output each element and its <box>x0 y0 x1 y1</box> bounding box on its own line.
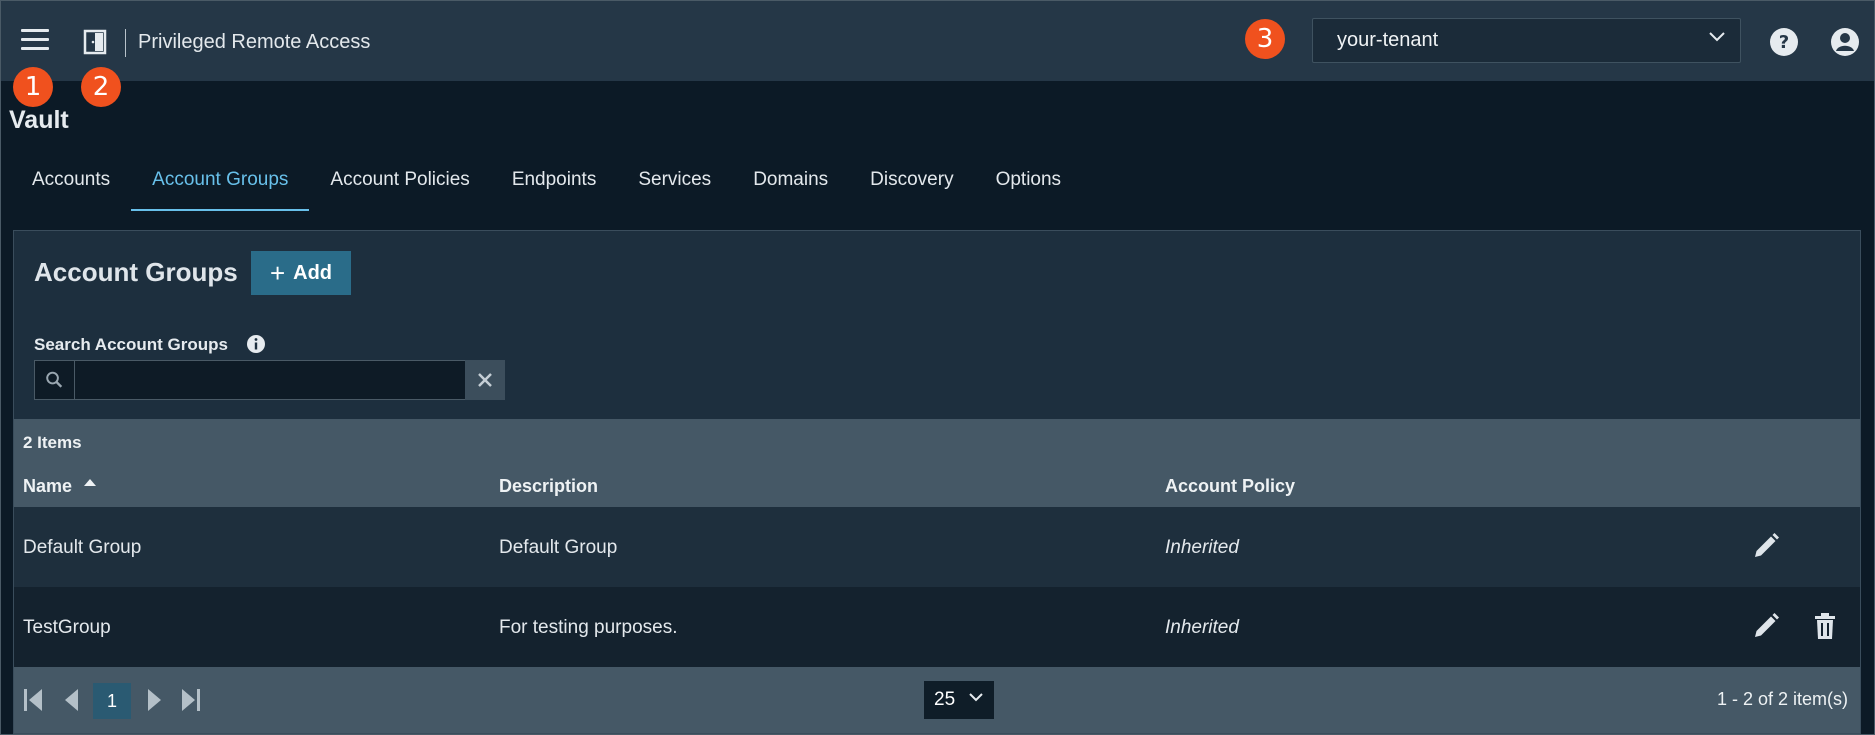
sort-ascending-icon <box>84 479 97 486</box>
tab-domains[interactable]: Domains <box>732 159 849 211</box>
callout-1: 1 <box>13 67 53 107</box>
user-account-icon[interactable] <box>1830 27 1860 57</box>
tenant-value: your-tenant <box>1337 29 1439 51</box>
search-label: Search Account Groups <box>34 335 228 354</box>
help-icon[interactable]: ? <box>1769 27 1799 57</box>
search-input[interactable] <box>76 361 465 399</box>
column-header-description[interactable]: Description <box>499 476 598 497</box>
tenant-select[interactable]: your-tenant <box>1312 18 1741 63</box>
edit-pencil-icon[interactable] <box>1751 611 1781 641</box>
cell-account-policy: Inherited <box>1165 617 1239 638</box>
previous-page-icon[interactable] <box>60 687 84 713</box>
account-groups-panel: Account Groups + Add Search Account Grou… <box>13 230 1861 734</box>
info-icon[interactable] <box>246 334 266 354</box>
tab-services[interactable]: Services <box>617 159 732 211</box>
panel-title: Account Groups <box>34 257 238 287</box>
callout-2: 2 <box>81 67 121 107</box>
next-page-icon[interactable] <box>142 687 166 713</box>
callout-3: 3 <box>1245 19 1285 59</box>
door-app-icon[interactable] <box>83 29 107 55</box>
page-size-value: 25 <box>934 689 956 710</box>
cell-name: Default Group <box>23 537 142 558</box>
item-count: 2 Items <box>23 433 82 452</box>
delete-trash-icon[interactable] <box>1810 611 1840 641</box>
top-bar: Privileged Remote Access your-tenant ? <box>1 1 1874 81</box>
add-button-label: Add <box>293 261 333 284</box>
header-divider <box>125 29 126 57</box>
cell-account-policy: Inherited <box>1165 537 1239 558</box>
page-title: Vault <box>9 106 69 134</box>
page-number-button[interactable]: 1 <box>93 683 131 719</box>
search-box <box>34 360 505 400</box>
tab-accounts[interactable]: Accounts <box>11 159 131 211</box>
tab-options[interactable]: Options <box>975 159 1082 211</box>
first-page-icon[interactable] <box>22 687 46 713</box>
page-size-select[interactable]: 25 <box>924 681 994 719</box>
table-header: 2 Items Name Description Account Policy <box>14 419 1860 507</box>
chevron-down-icon <box>1709 32 1725 42</box>
tab-account-policies[interactable]: Account Policies <box>309 159 490 211</box>
add-button[interactable]: + Add <box>251 251 351 295</box>
hamburger-menu-icon[interactable] <box>21 29 49 53</box>
tab-account-groups[interactable]: Account Groups <box>131 159 310 211</box>
search-icon <box>46 361 75 399</box>
cell-description: Default Group <box>499 537 618 558</box>
tab-endpoints[interactable]: Endpoints <box>491 159 618 211</box>
tab-bar: Accounts Account Groups Account Policies… <box>11 159 1082 211</box>
svg-text:?: ? <box>1779 32 1789 53</box>
clear-icon[interactable] <box>465 360 505 400</box>
pagination-range: 1 - 2 of 2 item(s) <box>1716 689 1848 709</box>
table-row[interactable]: Default Group Default Group Inherited <box>14 507 1860 587</box>
cell-name: TestGroup <box>23 617 111 638</box>
last-page-icon[interactable] <box>178 687 202 713</box>
column-header-name[interactable]: Name <box>23 476 97 497</box>
column-header-account-policy[interactable]: Account Policy <box>1165 476 1295 497</box>
chevron-down-icon <box>969 693 983 702</box>
app-title: Privileged Remote Access <box>138 31 371 53</box>
column-header-name-label: Name <box>23 476 73 496</box>
pagination-bar: 1 25 1 - 2 of 2 item(s) <box>14 667 1860 733</box>
tab-discovery[interactable]: Discovery <box>849 159 974 211</box>
edit-pencil-icon[interactable] <box>1751 531 1781 561</box>
cell-description: For testing purposes. <box>499 617 678 638</box>
table-row[interactable]: TestGroup For testing purposes. Inherite… <box>14 587 1860 667</box>
plus-icon: + <box>269 257 286 288</box>
